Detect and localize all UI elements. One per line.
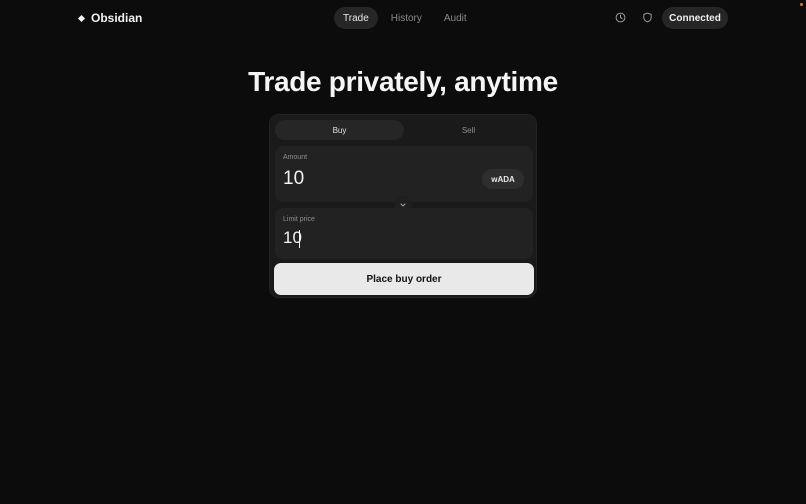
brand-logo[interactable]: Obsidian (77, 11, 143, 25)
limit-price-input[interactable] (283, 228, 463, 248)
amount-field: Amount wADA (275, 146, 533, 202)
brand-name: Obsidian (91, 11, 143, 25)
tab-audit[interactable]: Audit (435, 7, 476, 29)
diamond-icon (77, 14, 86, 22)
buy-tab[interactable]: Buy (275, 120, 404, 140)
main-nav: Trade History Audit (334, 7, 480, 29)
sell-tab[interactable]: Sell (404, 120, 533, 140)
limit-price-field: Limit price (275, 208, 533, 259)
token-selector[interactable]: wADA (482, 169, 524, 189)
tab-history[interactable]: History (382, 7, 431, 29)
page-title: Trade privately, anytime (248, 66, 558, 97)
amount-input[interactable] (283, 168, 463, 190)
connected-button[interactable]: Connected (662, 7, 728, 29)
limit-price-label: Limit price (283, 216, 315, 223)
shield-icon[interactable] (641, 11, 653, 23)
clock-icon[interactable] (614, 11, 626, 23)
place-order-button[interactable]: Place buy order (274, 263, 534, 295)
side-toggle: Buy Sell (275, 120, 533, 140)
tab-trade[interactable]: Trade (334, 7, 378, 29)
order-card: Buy Sell Amount wADA Limit price Place b… (269, 114, 537, 298)
text-caret (299, 230, 300, 248)
status-dot (800, 3, 803, 6)
app-page: Obsidian Trade History Audit Connected T… (0, 0, 806, 504)
amount-label: Amount (283, 154, 308, 161)
top-bar: Obsidian Trade History Audit Connected (0, 0, 806, 36)
